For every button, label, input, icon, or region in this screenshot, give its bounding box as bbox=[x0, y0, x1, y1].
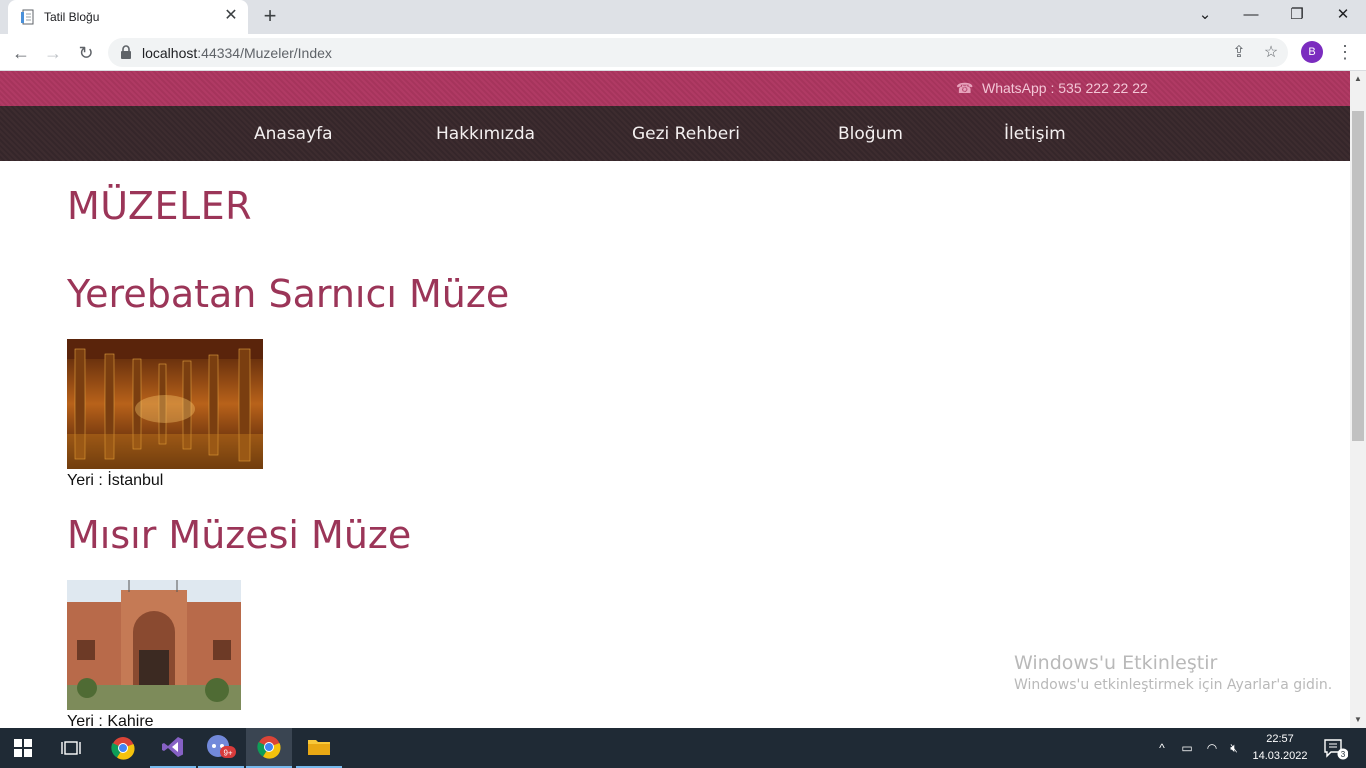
volume-muted-icon[interactable]: 🔇︎ bbox=[1224, 728, 1244, 768]
url-text: localhost:44334/Muzeler/Index bbox=[142, 45, 332, 61]
discord-icon[interactable]: 9+ bbox=[198, 728, 244, 768]
browser-tab[interactable]: Tatil Bloğu ✕ bbox=[8, 0, 248, 34]
bookmark-star-icon[interactable]: ☆ bbox=[1261, 43, 1281, 63]
activation-watermark-text: Windows'u etkinleştirmek için Ayarlar'a … bbox=[1014, 677, 1333, 693]
close-window-button[interactable]: ✕ bbox=[1320, 0, 1366, 32]
windows-taskbar: 9+ ^ ▭ ◠ 🔇︎ 22:57 14.03.2022 3 bbox=[0, 728, 1366, 768]
clock[interactable]: 22:57 14.03.2022 bbox=[1250, 731, 1310, 765]
windows-start-icon[interactable] bbox=[0, 728, 46, 768]
museum-title: Yerebatan Sarnıcı Müze bbox=[67, 272, 510, 316]
scroll-up-icon[interactable]: ▲ bbox=[1350, 71, 1366, 87]
tab-search-icon[interactable]: ⌄ bbox=[1182, 0, 1228, 32]
contact-strip: ☎ WhatsApp : 535 222 22 22 bbox=[0, 71, 1350, 106]
museum-image-yerebatan bbox=[67, 339, 263, 469]
address-bar[interactable]: localhost:44334/Muzeler/Index ⇪ ☆ bbox=[108, 38, 1288, 67]
chrome-icon[interactable] bbox=[100, 728, 146, 768]
minimize-button[interactable]: — bbox=[1228, 0, 1274, 32]
task-view-icon[interactable] bbox=[48, 728, 94, 768]
nav-hakkimizda[interactable]: Hakkımızda bbox=[436, 124, 535, 144]
tray-chevron-icon[interactable]: ^ bbox=[1154, 728, 1170, 768]
page-scrollbar[interactable]: ▲ ▼ bbox=[1350, 71, 1366, 728]
profile-avatar[interactable]: B bbox=[1301, 41, 1323, 63]
visual-studio-icon[interactable] bbox=[150, 728, 196, 768]
page-icon bbox=[21, 9, 34, 25]
clock-time: 22:57 bbox=[1266, 733, 1294, 745]
restore-button[interactable]: ❐ bbox=[1274, 0, 1320, 32]
chrome-active-icon[interactable] bbox=[246, 728, 292, 768]
browser-toolbar: ← → ↻ localhost:44334/Muzeler/Index ⇪ ☆ … bbox=[0, 34, 1366, 71]
scroll-thumb[interactable] bbox=[1352, 111, 1364, 441]
nav-iletisim[interactable]: İletişim bbox=[1004, 124, 1066, 144]
back-icon[interactable]: ← bbox=[8, 40, 34, 66]
scroll-down-icon[interactable]: ▼ bbox=[1350, 712, 1366, 728]
new-tab-button[interactable]: + bbox=[258, 5, 282, 29]
file-explorer-icon[interactable] bbox=[296, 728, 342, 768]
nav-blogum[interactable]: Bloğum bbox=[838, 124, 903, 144]
phone-contact: ☎ WhatsApp : 535 222 22 22 bbox=[956, 80, 1148, 96]
site-nav: Anasayfa Hakkımızda Gezi Rehberi Bloğum … bbox=[0, 106, 1350, 161]
museum-title: Mısır Müzesi Müze bbox=[67, 513, 412, 557]
tab-title: Tatil Bloğu bbox=[44, 10, 100, 24]
page-title: MÜZELER bbox=[67, 184, 253, 228]
lock-icon bbox=[121, 45, 131, 59]
close-tab-icon[interactable]: ✕ bbox=[222, 7, 240, 25]
reload-icon[interactable]: ↻ bbox=[73, 40, 99, 66]
nav-gezi-rehberi[interactable]: Gezi Rehberi bbox=[632, 124, 740, 144]
battery-icon[interactable]: ▭ bbox=[1177, 728, 1197, 768]
museum-image-misir bbox=[67, 580, 241, 710]
clock-date: 14.03.2022 bbox=[1252, 750, 1308, 762]
menu-kebab-icon[interactable]: ⋮ bbox=[1336, 40, 1354, 64]
share-icon[interactable]: ⇪ bbox=[1229, 43, 1249, 63]
svg-text:9+: 9+ bbox=[223, 749, 232, 758]
forward-icon[interactable]: → bbox=[40, 40, 66, 66]
phone-icon: ☎ bbox=[956, 80, 974, 96]
svg-text:3: 3 bbox=[1341, 750, 1346, 759]
notifications-icon[interactable]: 3 bbox=[1318, 728, 1352, 768]
nav-anasayfa[interactable]: Anasayfa bbox=[254, 124, 333, 144]
browser-tab-strip: Tatil Bloğu ✕ + ⌄ — ❐ ✕ bbox=[0, 0, 1366, 34]
museum-location: Yeri : İstanbul bbox=[67, 472, 164, 489]
wifi-icon[interactable]: ◠ bbox=[1202, 728, 1222, 768]
activation-watermark-title: Windows'u Etkinleştir bbox=[1014, 652, 1218, 674]
